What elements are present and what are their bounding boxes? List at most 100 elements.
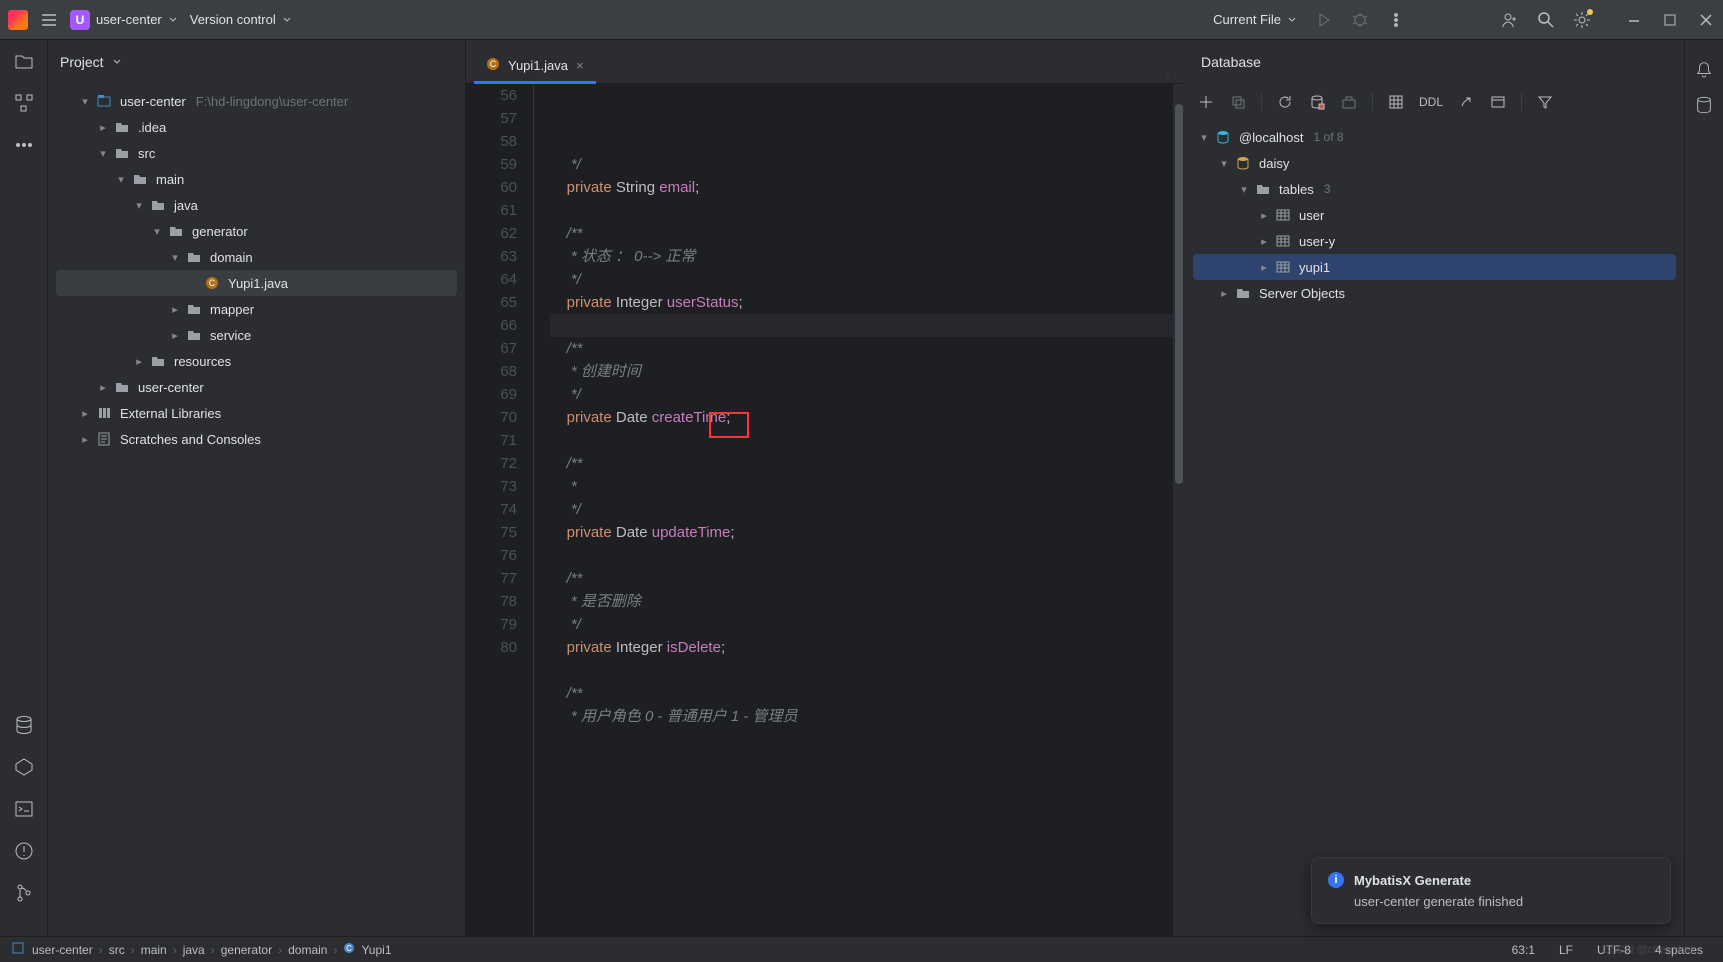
db-jump-icon[interactable]	[1457, 93, 1475, 111]
vcs-selector[interactable]: Version control	[190, 12, 292, 27]
breadcrumb-item[interactable]: src	[109, 943, 125, 957]
ide-logo	[8, 10, 28, 30]
database-panel-header: Database	[1185, 40, 1684, 84]
tree-item[interactable]: ▾user-centerF:\hd-lingdong\user-center	[56, 88, 457, 114]
db-table-icon[interactable]	[1387, 93, 1405, 111]
more-tool-icon[interactable]	[13, 134, 35, 156]
db-tree-item[interactable]: ▾daisy	[1193, 150, 1676, 176]
tree-item[interactable]: ▸mapper	[56, 296, 457, 322]
editor-tab-yupi1[interactable]: C Yupi1.java ×	[474, 47, 596, 83]
settings-icon[interactable]	[1573, 11, 1591, 29]
terminal-tool-icon[interactable]	[13, 798, 35, 820]
project-panel-header[interactable]: Project	[48, 40, 465, 84]
database-toolbar: DDL	[1185, 84, 1684, 120]
info-icon: i	[1328, 872, 1344, 888]
editor-area: C Yupi1.java × 5657585960616263646566676…	[466, 40, 1185, 936]
db-diagnose-icon[interactable]	[1340, 93, 1358, 111]
breadcrumb-item[interactable]: main	[141, 943, 167, 957]
project-tree[interactable]: ▾user-centerF:\hd-lingdong\user-center▸.…	[48, 84, 465, 936]
close-tab-icon[interactable]: ×	[576, 58, 584, 73]
file-encoding[interactable]: UTF-8	[1589, 943, 1639, 957]
run-config-selector[interactable]: Current File	[1213, 12, 1297, 27]
run-config-label: Current File	[1213, 12, 1281, 27]
database-panel: Database DDL ▾@localhost1 of 8▾daisy▾tab…	[1185, 40, 1685, 936]
structure-tool-icon[interactable]	[13, 92, 35, 114]
tree-item[interactable]: ▸Scratches and Consoles	[56, 426, 457, 452]
db-tree-item[interactable]: ▸user	[1193, 202, 1676, 228]
svg-text:C: C	[347, 944, 353, 953]
left-tool-stripe	[0, 40, 48, 936]
project-tool-icon[interactable]	[13, 50, 35, 72]
git-tool-icon[interactable]	[13, 882, 35, 904]
db-refresh-icon[interactable]	[1276, 93, 1294, 111]
tree-item[interactable]: ▾main	[56, 166, 457, 192]
db-ddl-button[interactable]: DDL	[1419, 95, 1443, 109]
database-tree[interactable]: ▾@localhost1 of 8▾daisy▾tables3▸user▸use…	[1185, 120, 1684, 936]
tree-item[interactable]: CYupi1.java	[56, 270, 457, 296]
tree-item[interactable]: ▸resources	[56, 348, 457, 374]
breadcrumb-item[interactable]: user-center	[32, 943, 93, 957]
caret-position[interactable]: 63:1	[1504, 943, 1543, 957]
db-add-icon[interactable]	[1197, 93, 1215, 111]
line-separator[interactable]: LF	[1551, 943, 1581, 957]
code-editor[interactable]: 5657585960616263646566676869707172737475…	[466, 84, 1185, 936]
db-console-icon[interactable]	[1489, 93, 1507, 111]
breadcrumbs[interactable]: user-center›src›main›java›generator›doma…	[32, 942, 392, 957]
search-icon[interactable]	[1537, 11, 1555, 29]
more-icon[interactable]	[1387, 11, 1405, 29]
window-min-icon[interactable]	[1625, 11, 1643, 29]
editor-tabs: C Yupi1.java ×	[466, 40, 1185, 84]
tree-item[interactable]: ▾java	[56, 192, 457, 218]
tree-item[interactable]: ▾generator	[56, 218, 457, 244]
tree-item[interactable]: ▾domain	[56, 244, 457, 270]
tree-item[interactable]: ▸user-center	[56, 374, 457, 400]
db-duplicate-icon[interactable]	[1229, 93, 1247, 111]
run-icon[interactable]	[1315, 11, 1333, 29]
class-icon: C	[486, 57, 500, 74]
editor-tab-label: Yupi1.java	[508, 58, 568, 73]
vcs-label: Version control	[190, 12, 276, 27]
editor-tab-menu-icon[interactable]	[1159, 65, 1177, 83]
right-tool-stripe	[1685, 40, 1723, 936]
project-badge: U	[70, 10, 90, 30]
db-tree-item[interactable]: ▾tables3	[1193, 176, 1676, 202]
code-with-me-icon[interactable]	[1501, 11, 1519, 29]
indent-info[interactable]: 4 spaces	[1647, 943, 1711, 957]
project-panel: Project ▾user-centerF:\hd-lingdong\user-…	[48, 40, 466, 936]
db-tree-item[interactable]: ▸Server Objects	[1193, 280, 1676, 306]
database-stripe-icon[interactable]	[1695, 96, 1713, 114]
breadcrumb-item[interactable]: java	[183, 943, 205, 957]
editor-scrollbar[interactable]	[1173, 84, 1185, 936]
tree-item[interactable]: ▸service	[56, 322, 457, 348]
chevron-down-icon	[112, 57, 122, 67]
db-tree-item[interactable]: ▸user-y	[1193, 228, 1676, 254]
tree-item[interactable]: ▸.idea	[56, 114, 457, 140]
breadcrumb-item[interactable]: generator	[221, 943, 272, 957]
tree-item[interactable]: ▸External Libraries	[56, 400, 457, 426]
tree-item[interactable]: ▾src	[56, 140, 457, 166]
services-tool-icon[interactable]	[13, 756, 35, 778]
db-filter-icon[interactable]	[1536, 93, 1554, 111]
window-close-icon[interactable]	[1697, 11, 1715, 29]
breadcrumb-item[interactable]: Yupi1	[361, 943, 391, 957]
notification-balloon[interactable]: i MybatisX Generate user-center generate…	[1311, 857, 1671, 924]
window-max-icon[interactable]	[1661, 11, 1679, 29]
status-bar: user-center›src›main›java›generator›doma…	[0, 936, 1723, 962]
debug-icon[interactable]	[1351, 11, 1369, 29]
project-selector[interactable]: U user-center	[70, 10, 178, 30]
svg-text:C: C	[490, 59, 497, 69]
problems-tool-icon[interactable]	[13, 840, 35, 862]
chevron-down-icon	[282, 15, 292, 25]
project-name: user-center	[96, 12, 162, 27]
svg-text:C: C	[209, 278, 216, 288]
db-tree-item[interactable]: ▾@localhost1 of 8	[1193, 124, 1676, 150]
database-tool-icon[interactable]	[13, 714, 35, 736]
breadcrumb-item[interactable]: domain	[288, 943, 327, 957]
notification-title: MybatisX Generate	[1354, 873, 1471, 888]
db-stop-icon[interactable]	[1308, 93, 1326, 111]
notifications-icon[interactable]	[1695, 60, 1713, 78]
hamburger-icon[interactable]	[40, 11, 58, 29]
db-tree-item[interactable]: ▸yupi1	[1193, 254, 1676, 280]
database-title: Database	[1201, 54, 1261, 70]
chevron-down-icon	[168, 15, 178, 25]
